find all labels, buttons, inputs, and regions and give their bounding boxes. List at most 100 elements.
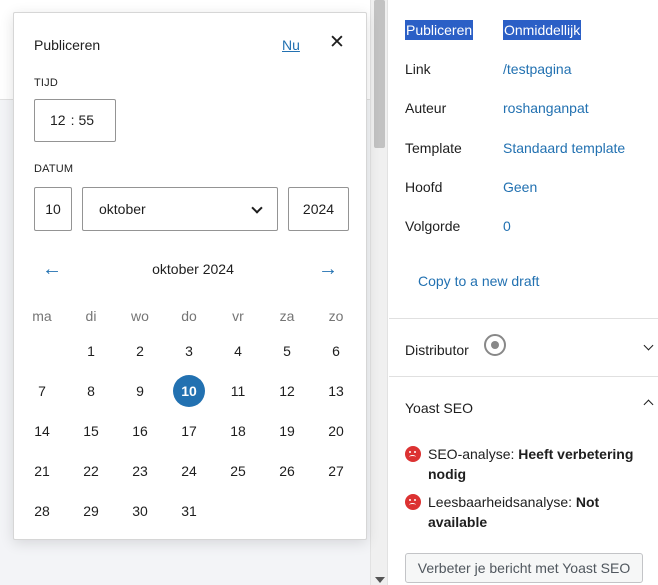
calendar-day[interactable]: 21 (22, 451, 62, 491)
sidebar-setting-row: Publiceren Onmiddellijk (405, 20, 655, 42)
weekday-label: wo (131, 308, 149, 324)
calendar-day[interactable]: 6 (316, 331, 356, 371)
time-separator: : (70, 112, 75, 128)
chevron-down-icon[interactable] (643, 340, 654, 351)
calendar-day[interactable]: 24 (169, 451, 209, 491)
date-label: DATUM (34, 163, 74, 175)
calendar-week-row: 28 29 30 31 (22, 491, 362, 531)
setting-label: Hoofd (405, 179, 443, 195)
weekday-header-row: ma di wo do vr za zo (22, 301, 362, 331)
divider (389, 376, 658, 377)
distributor-panel-title[interactable]: Distributor (405, 342, 469, 358)
publish-date-popover: Publiceren Nu ✕ TIJD 12:55 DATUM 10 okto… (13, 12, 367, 540)
now-link[interactable]: Nu (282, 37, 300, 53)
popover-title: Publiceren (34, 37, 101, 53)
minute-input[interactable]: 55 (78, 112, 94, 128)
calendar-day[interactable]: 8 (71, 371, 111, 411)
calendar-day[interactable]: 5 (267, 331, 307, 371)
seo-analysis-label: SEO-analyse: (428, 446, 515, 462)
hour-input[interactable]: 12 (50, 112, 66, 128)
calendar-day[interactable]: 1 (71, 331, 111, 371)
calendar-day[interactable]: 9 (120, 371, 160, 411)
setting-value-button[interactable]: 0 (503, 218, 511, 234)
sidebar-setting-row: Template Standaard template (405, 140, 655, 162)
setting-value-button[interactable]: Geen (503, 179, 537, 195)
setting-value-button[interactable]: /testpagina (503, 61, 572, 77)
calendar-day[interactable]: 12 (267, 371, 307, 411)
setting-value-button[interactable]: Standaard template (503, 140, 625, 156)
previous-month-arrow-icon[interactable]: ← (42, 258, 62, 281)
weekday-label: ma (32, 308, 52, 324)
scrollbar[interactable] (370, 0, 388, 585)
calendar-day[interactable]: 31 (169, 491, 209, 531)
month-select[interactable]: oktober (82, 187, 278, 231)
setting-value-button[interactable]: Onmiddellijk (503, 20, 582, 40)
calendar-day[interactable]: 4 (218, 331, 258, 371)
yoast-improve-button[interactable]: Verbeter je bericht met Yoast SEO (405, 553, 643, 583)
calendar-day[interactable]: 28 (22, 491, 62, 531)
weekday-label: di (85, 308, 97, 324)
settings-sidebar: Publiceren Onmiddellijk Link/testpagina Aut… (389, 0, 658, 585)
yoast-panel-title[interactable]: Yoast SEO (405, 400, 473, 416)
calendar-day[interactable]: 11 (218, 371, 258, 411)
calendar-grid: ma di wo do vr za zo 1 2 3 4 5 6 7 8 9 10 11 12 13 14 15 16 17 1… (22, 301, 362, 531)
scroll-down-icon[interactable] (375, 577, 385, 583)
calendar-day[interactable]: 16 (120, 411, 160, 451)
setting-value-button[interactable]: roshanganpat (503, 100, 589, 116)
sidebar-setting-row: Hoofd Geen (405, 179, 655, 201)
weekday-label: vr (232, 308, 244, 324)
sad-face-icon (405, 494, 421, 510)
setting-label: Volgorde (405, 218, 461, 234)
calendar-month-title: oktober 2024 (118, 261, 268, 277)
chevron-up-icon[interactable] (643, 399, 654, 410)
calendar-day-selected[interactable]: 10 (169, 371, 209, 411)
calendar-week-row: 14 15 16 17 18 19 20 (22, 411, 362, 451)
calendar-day[interactable]: 27 (316, 451, 356, 491)
scrollbar-thumb[interactable] (374, 0, 385, 148)
month-select-value: oktober (99, 201, 146, 217)
calendar-day[interactable]: 23 (120, 451, 160, 491)
day-input[interactable]: 10 (34, 187, 72, 231)
sad-face-icon (405, 446, 421, 462)
calendar-day[interactable]: 14 (22, 411, 62, 451)
calendar-month-name: oktober (152, 261, 199, 277)
calendar-week-row: 21 22 23 24 25 26 27 (22, 451, 362, 491)
calendar-week-row: 123456 (22, 331, 362, 371)
divider (389, 318, 658, 319)
setting-label: Template (405, 140, 462, 156)
chevron-down-icon (251, 202, 263, 214)
weekday-label: zo (328, 308, 344, 324)
calendar-day[interactable]: 7 (22, 371, 62, 411)
calendar-day[interactable]: 17 (169, 411, 209, 451)
calendar-day[interactable]: 19 (267, 411, 307, 451)
calendar-day[interactable]: 15 (71, 411, 111, 451)
time-field[interactable]: 12:55 (34, 99, 116, 142)
calendar-day[interactable]: 26 (267, 451, 307, 491)
calendar-day[interactable]: 3 (169, 331, 209, 371)
calendar-day[interactable]: 30 (120, 491, 160, 531)
setting-label: Publiceren (405, 20, 474, 40)
calendar-day[interactable]: 2 (120, 331, 160, 371)
calendar-day[interactable]: 22 (71, 451, 111, 491)
sidebar-setting-row: Auteur roshanganpat (405, 100, 655, 122)
distributor-icon (484, 334, 506, 356)
weekday-label: za (279, 308, 295, 324)
time-label: TIJD (34, 77, 59, 89)
calendar-day[interactable]: 20 (316, 411, 356, 451)
calendar-day[interactable]: 29 (71, 491, 111, 531)
weekday-label: do (181, 308, 197, 324)
next-month-arrow-icon[interactable]: → (318, 258, 338, 281)
readability-label: Leesbaarheidsanalyse: (428, 494, 572, 510)
copy-to-new-draft-link[interactable]: Copy to a new draft (418, 273, 539, 289)
sidebar-setting-row: Link/testpagina (405, 61, 655, 83)
calendar-day[interactable]: 25 (218, 451, 258, 491)
close-icon[interactable]: ✕ (326, 32, 348, 54)
selected-day-label: 10 (173, 375, 205, 407)
setting-label: Auteur (405, 100, 447, 116)
calendar-day[interactable]: 18 (218, 411, 258, 451)
sidebar-setting-row: Volgorde 0 (405, 218, 655, 240)
year-input[interactable]: 2024 (288, 187, 349, 231)
calendar-year: 2024 (202, 261, 234, 277)
calendar-week-row: 7 8 9 10 11 12 13 (22, 371, 362, 411)
calendar-day[interactable]: 13 (316, 371, 356, 411)
